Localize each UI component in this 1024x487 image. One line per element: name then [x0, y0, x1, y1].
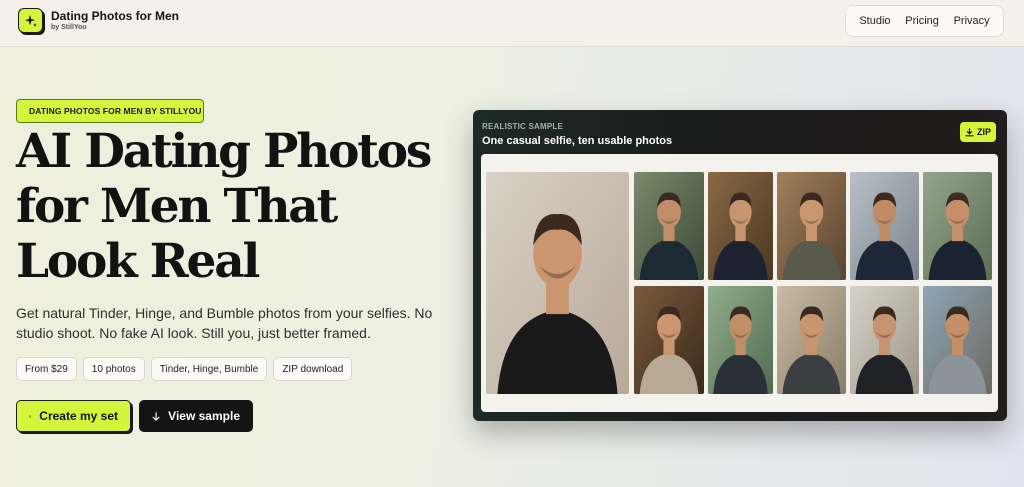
sample-photo-cafe-coffee[interactable]	[708, 172, 773, 280]
sample-photo-street-navy-jacket[interactable]	[850, 172, 919, 280]
nav-privacy[interactable]: Privacy	[954, 15, 990, 27]
eyebrow-text: DATING PHOTOS FOR MEN BY STILLYOU	[29, 106, 202, 116]
headline-line-1: AI Dating Photos	[16, 124, 432, 179]
chip-price: From $29	[16, 357, 77, 381]
chip-photo-count: 10 photos	[82, 357, 145, 381]
headline-line-3: Look Real	[16, 234, 260, 289]
hero-subtitle: Get natural Tinder, Hinge, and Bumble ph…	[16, 305, 433, 341]
sample-title: One casual selfie, ten usable photos	[482, 135, 673, 147]
top-bar: Dating Photos for Men by StillYou Studio…	[0, 0, 1024, 47]
sample-photo-portrait-dark-shirt[interactable]	[634, 172, 704, 280]
photo-grid	[481, 154, 998, 412]
chip-zip: ZIP download	[273, 357, 353, 381]
brand-subtitle: by StillYou	[51, 24, 87, 31]
sample-photo-blazer-portrait[interactable]	[850, 286, 919, 394]
nav-pricing[interactable]: Pricing	[905, 15, 939, 27]
page-title: AI Dating Photos for Men That Look Real	[16, 124, 476, 289]
brand-title: Dating Photos for Men	[51, 9, 179, 23]
sample-photo-dinner-table[interactable]	[634, 286, 704, 394]
arrow-down-icon	[152, 411, 160, 421]
feature-chips: From $29 10 photos Tinder, Hinge, Bumble…	[16, 357, 353, 381]
sparkle-icon	[18, 8, 43, 33]
sample-photo-coastal-evening[interactable]	[923, 286, 992, 394]
view-sample-button[interactable]: View sample	[139, 400, 253, 432]
create-my-set-button[interactable]: Create my set	[16, 400, 131, 432]
sample-card: REALISTIC SAMPLE One casual selfie, ten …	[473, 110, 1007, 421]
main-nav: Studio Pricing Privacy	[845, 5, 1004, 37]
headline-line-2: for Men That	[16, 179, 338, 234]
eyebrow-badge: DATING PHOTOS FOR MEN BY STILLYOU	[16, 99, 204, 123]
chip-platforms: Tinder, Hinge, Bumble	[150, 357, 268, 381]
nav-studio[interactable]: Studio	[859, 15, 890, 27]
download-icon	[965, 127, 974, 136]
zip-download-button[interactable]: ZIP	[960, 122, 996, 142]
camera-icon	[29, 415, 32, 417]
sample-photo-cafe-sweater[interactable]	[777, 286, 846, 394]
create-my-set-label: Create my set	[39, 409, 118, 423]
sample-photo-outdoor-drink[interactable]	[708, 286, 773, 394]
sample-photo-park-tshirt[interactable]	[923, 172, 992, 280]
sample-label: REALISTIC SAMPLE	[482, 122, 563, 131]
brand[interactable]: Dating Photos for Men by StillYou	[18, 8, 179, 33]
view-sample-label: View sample	[168, 409, 240, 423]
sample-photo-casual-selfie[interactable]	[486, 172, 629, 394]
cta-group: Create my set View sample	[16, 400, 253, 432]
sample-photo-bookshelf-portrait[interactable]	[777, 172, 846, 280]
zip-label: ZIP	[976, 127, 991, 137]
